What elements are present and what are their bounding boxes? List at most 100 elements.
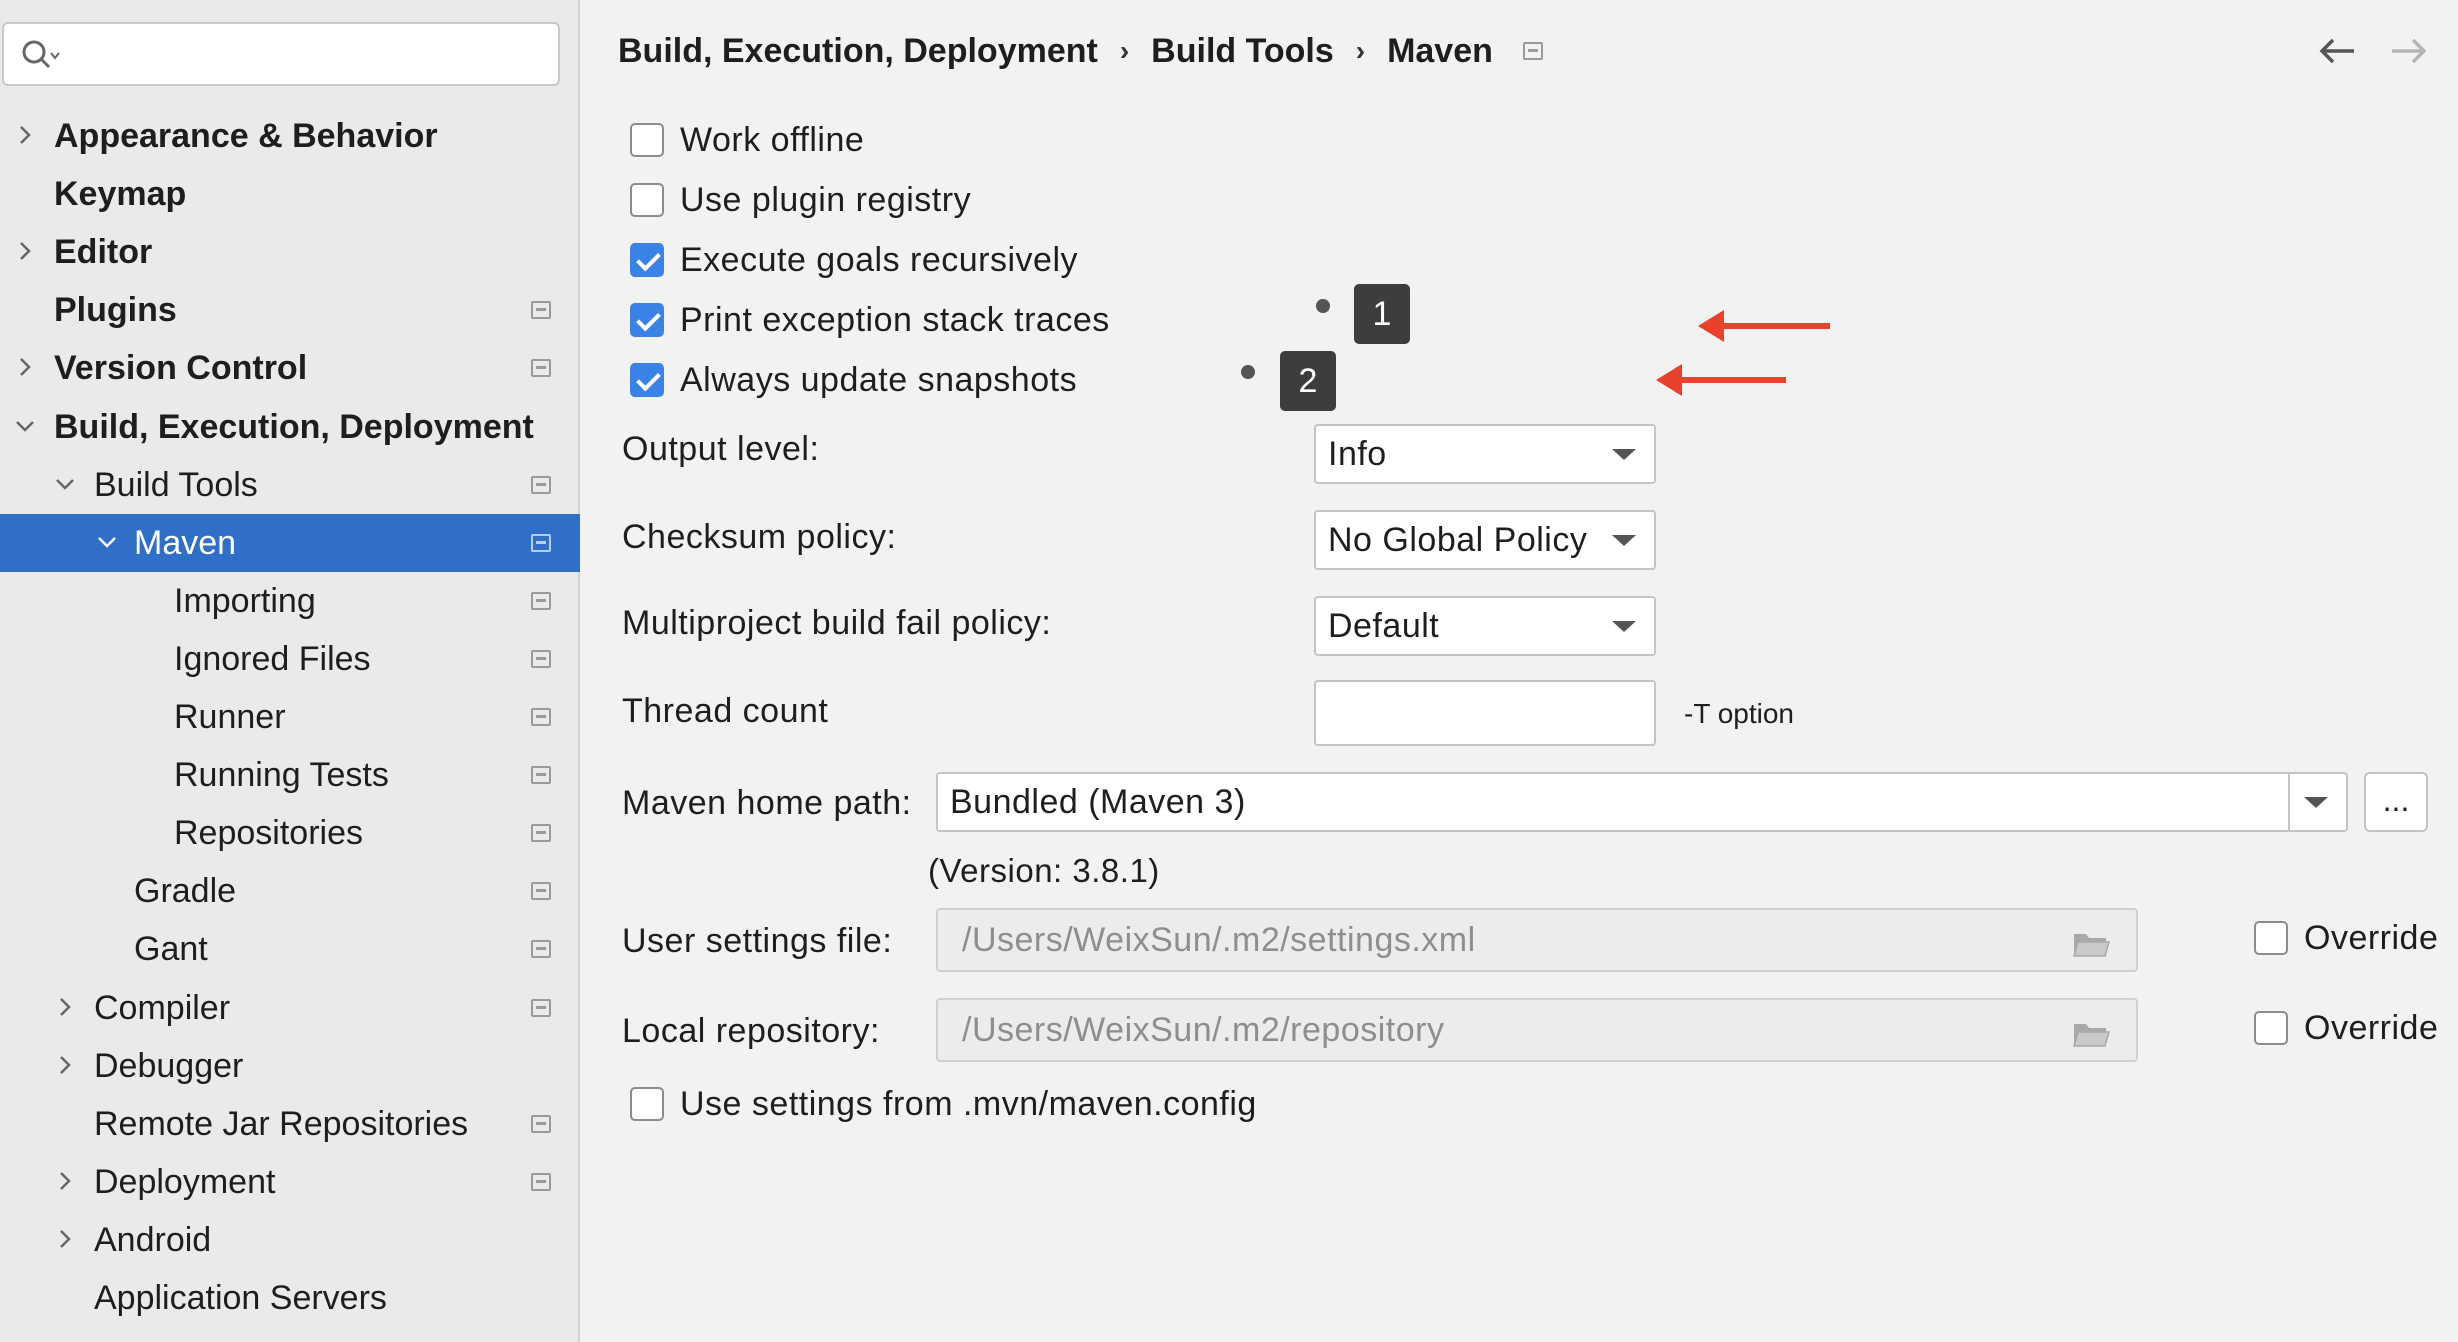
local-repository-override-checkbox[interactable]: Override <box>2254 1006 2438 1050</box>
sidebar-item-label: Repositories <box>174 814 363 852</box>
annotation-dot-2 <box>1241 365 1255 379</box>
sidebar-item-android[interactable]: Android <box>0 1211 580 1269</box>
checkbox-box[interactable] <box>630 183 664 217</box>
chevron-right-icon[interactable] <box>52 994 78 1020</box>
sidebar-item-maven[interactable]: Maven <box>0 514 580 572</box>
work-offline-checkbox[interactable]: Work offline <box>630 118 864 162</box>
chevron-down-icon[interactable] <box>52 471 78 497</box>
annotation-arrows <box>1656 310 1830 396</box>
forward-arrow-icon[interactable] <box>2388 36 2428 66</box>
settings-sidebar: Appearance & Behavior Keymap Editor Plugins… <box>0 0 580 1342</box>
sidebar-item-compiler[interactable]: Compiler <box>0 979 580 1037</box>
sidebar-item-label: Gradle <box>134 872 237 910</box>
sidebar-item-gradle[interactable]: Gradle <box>0 862 580 920</box>
checkbox-box[interactable] <box>630 123 664 157</box>
combo-divider <box>2288 774 2290 830</box>
checkbox-box[interactable] <box>2254 1011 2288 1045</box>
checkbox-label: Override <box>2304 1008 2439 1047</box>
chevron-down-icon[interactable] <box>12 413 38 439</box>
annotation-badge-2: 2 <box>1280 351 1336 411</box>
sidebar-item-deployment[interactable]: Deployment <box>0 1153 580 1211</box>
checkbox-box[interactable] <box>630 243 664 277</box>
project-scope-icon <box>531 359 551 377</box>
sidebar-item-label: Deployment <box>94 1163 276 1201</box>
project-scope-icon <box>531 650 551 668</box>
multiproject-fail-policy-dropdown[interactable]: Default <box>1314 596 1656 656</box>
sidebar-item-running-tests[interactable]: Running Tests <box>0 746 580 804</box>
project-scope-icon <box>531 999 551 1017</box>
always-update-snapshots-checkbox[interactable]: Always update snapshots <box>630 358 1077 402</box>
local-repository-label: Local repository: <box>622 1012 880 1050</box>
breadcrumb-separator: › <box>1119 35 1130 66</box>
thread-count-label: Thread count <box>622 692 829 730</box>
sidebar-item-label: Debugger <box>94 1047 244 1085</box>
checkbox-box[interactable] <box>630 363 664 397</box>
print-exception-stack-traces-checkbox[interactable]: Print exception stack traces <box>630 298 1110 342</box>
use-settings-from-mvn-checkbox[interactable]: Use settings from .mvn/maven.config <box>630 1082 1257 1126</box>
sidebar-item-label: Running Tests <box>174 756 389 794</box>
checkbox-label: Override <box>2304 918 2439 957</box>
folder-icon[interactable] <box>2072 1020 2110 1048</box>
thread-count-hint: -T option <box>1684 698 1794 729</box>
checkbox-box[interactable] <box>2254 921 2288 955</box>
sidebar-item-repositories[interactable]: Repositories <box>0 804 580 862</box>
chevron-right-icon[interactable] <box>52 1226 78 1252</box>
sidebar-item-version-control[interactable]: Version Control <box>0 339 580 397</box>
search-input[interactable] <box>2 22 560 86</box>
sidebar-item-importing[interactable]: Importing <box>0 572 580 630</box>
checkbox-box[interactable] <box>630 303 664 337</box>
user-settings-override-checkbox[interactable]: Override <box>2254 916 2438 960</box>
back-arrow-icon[interactable] <box>2318 36 2358 66</box>
user-settings-file-label: User settings file: <box>622 922 893 960</box>
annotation-dot-1 <box>1316 299 1330 313</box>
chevron-right-icon[interactable] <box>52 1168 78 1194</box>
sidebar-item-debugger[interactable]: Debugger <box>0 1037 580 1095</box>
project-scope-icon <box>531 592 551 610</box>
chevron-right-icon[interactable] <box>12 122 38 148</box>
sidebar-item-build-tools[interactable]: Build Tools <box>0 456 580 514</box>
breadcrumb-item: Maven <box>1387 31 1493 70</box>
local-repository-input[interactable]: /Users/WeixSun/.m2/repository <box>936 998 2138 1062</box>
sidebar-item-label: Editor <box>54 233 153 271</box>
checksum-policy-dropdown[interactable]: No Global Policy <box>1314 510 1656 570</box>
output-level-dropdown[interactable]: Info <box>1314 424 1656 484</box>
sidebar-item-label: Importing <box>174 582 316 620</box>
thread-count-input[interactable] <box>1314 680 1656 746</box>
sidebar-item-label: Plugins <box>54 291 177 329</box>
dropdown-value: Default <box>1328 607 1440 645</box>
maven-home-path-combo[interactable]: Bundled (Maven 3) <box>936 772 2348 832</box>
sidebar-item-editor[interactable]: Editor <box>0 223 580 281</box>
chevron-down-icon <box>1612 621 1636 632</box>
chevron-down-icon[interactable] <box>2304 797 2328 808</box>
browse-button[interactable]: ... <box>2364 772 2428 832</box>
sidebar-item-build-execution-deployment[interactable]: Build, Execution, Deployment <box>0 398 580 456</box>
sidebar-item-label: Android <box>94 1221 212 1259</box>
project-scope-icon <box>1522 42 1543 60</box>
chevron-right-icon[interactable] <box>12 238 38 264</box>
sidebar-item-gant[interactable]: Gant <box>0 920 580 978</box>
sidebar-item-runner[interactable]: Runner <box>0 688 580 746</box>
sidebar-item-plugins[interactable]: Plugins <box>0 281 580 339</box>
folder-icon[interactable] <box>2072 930 2110 958</box>
sidebar-item-keymap[interactable]: Keymap <box>0 165 580 223</box>
execute-goals-recursively-checkbox[interactable]: Execute goals recursively <box>630 238 1078 282</box>
project-scope-icon <box>531 708 551 726</box>
dropdown-value: No Global Policy <box>1328 521 1588 559</box>
sidebar-item-remote-jar-repositories[interactable]: Remote Jar Repositories <box>0 1095 580 1153</box>
sidebar-item-label: Build, Execution, Deployment <box>54 408 534 446</box>
sidebar-item-appearance-behavior[interactable]: Appearance & Behavior <box>0 107 580 165</box>
sidebar-item-application-servers[interactable]: Application Servers <box>0 1269 580 1327</box>
chevron-right-icon[interactable] <box>12 354 38 380</box>
maven-settings-panel: Build, Execution, Deployment › Build Too… <box>582 0 2458 1342</box>
checkbox-box[interactable] <box>630 1087 664 1121</box>
user-settings-file-input[interactable]: /Users/WeixSun/.m2/settings.xml <box>936 908 2138 972</box>
use-plugin-registry-checkbox[interactable]: Use plugin registry <box>630 178 971 222</box>
project-scope-icon <box>531 476 551 494</box>
sidebar-item-label: Remote Jar Repositories <box>94 1105 469 1143</box>
sidebar-item-ignored-files[interactable]: Ignored Files <box>0 630 580 688</box>
breadcrumb-item: Build, Execution, Deployment <box>618 31 1098 70</box>
project-scope-icon <box>531 824 551 842</box>
chevron-down-icon[interactable] <box>94 529 120 555</box>
annotation-arrowhead-2 <box>1656 364 1682 396</box>
chevron-right-icon[interactable] <box>52 1052 78 1078</box>
